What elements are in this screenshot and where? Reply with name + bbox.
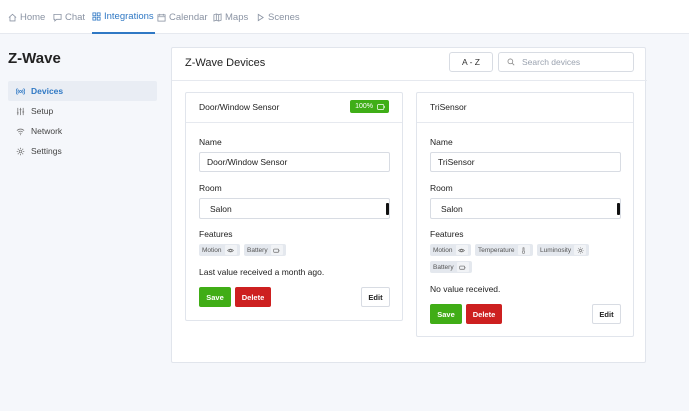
sidebar-item-label: Setup [31, 106, 54, 116]
card-header: Door/Window Sensor 100% [186, 93, 402, 123]
battery-icon [273, 248, 280, 253]
card-title: TriSensor [430, 102, 467, 112]
sun-icon [576, 246, 584, 254]
tab-calendar[interactable]: Calendar [157, 0, 208, 34]
feature-tag-motion: Motion [199, 244, 240, 256]
grid-icon [92, 11, 101, 21]
sliders-icon [16, 107, 25, 115]
feature-label: Motion [202, 246, 222, 254]
feature-tag-motion: Motion [430, 244, 471, 256]
sidebar-item-network[interactable]: Network [8, 121, 157, 141]
devices-panel: Z-Wave Devices A - Z Door/Window Sensor … [171, 47, 647, 363]
sidebar-item-settings[interactable]: Settings [8, 141, 157, 161]
top-nav: Home Chat Integrations Calendar Maps Sce… [0, 0, 689, 34]
feature-tag-battery: Battery [430, 261, 472, 273]
tab-calendar-label: Calendar [169, 11, 208, 23]
card-header: TriSensor [417, 93, 633, 123]
select-caret-icon [386, 203, 389, 215]
save-button[interactable]: Save [199, 287, 231, 307]
feature-tag-temperature: Temperature [475, 244, 533, 256]
device-card-door-window: Door/Window Sensor 100% Name Room Salon … [185, 92, 403, 321]
battery-badge: 100% [350, 100, 389, 113]
panel-title: Z-Wave Devices [185, 57, 266, 69]
sort-button[interactable]: A - Z [449, 52, 493, 72]
tab-maps-label: Maps [225, 11, 249, 23]
features-label: Features [430, 229, 464, 239]
feature-label: Motion [433, 246, 453, 254]
search-icon [507, 58, 515, 66]
feature-label: Battery [247, 246, 268, 254]
edit-button[interactable]: Edit [361, 287, 390, 307]
delete-button[interactable]: Delete [235, 287, 271, 307]
radio-icon [16, 87, 25, 95]
feature-label: Temperature [478, 246, 515, 254]
tab-chat-label: Chat [65, 11, 86, 23]
tab-scenes-label: Scenes [268, 11, 300, 23]
panel-divider [172, 80, 647, 81]
save-button[interactable]: Save [430, 304, 462, 324]
sidebar-item-setup[interactable]: Setup [8, 101, 157, 121]
name-input[interactable] [199, 152, 390, 172]
sidebar-item-label: Settings [31, 146, 62, 156]
sidebar-item-label: Devices [31, 86, 64, 96]
tab-integrations[interactable]: Integrations [92, 0, 155, 34]
battery-icon [377, 103, 385, 110]
home-icon [8, 13, 17, 21]
battery-icon [459, 265, 466, 270]
thermometer-icon [521, 247, 526, 254]
features-label: Features [199, 229, 233, 239]
last-value-status: Last value received a month ago. [199, 267, 325, 277]
sidebar-title: Z-Wave [8, 50, 61, 67]
sidebar-item-devices[interactable]: Devices [8, 81, 157, 101]
chat-icon [53, 13, 62, 22]
battery-level: 100% [355, 103, 373, 110]
edit-button[interactable]: Edit [592, 304, 621, 324]
last-value-status: No value received. [430, 284, 501, 294]
feature-label: Battery [433, 263, 454, 271]
tab-scenes[interactable]: Scenes [256, 0, 300, 34]
delete-button[interactable]: Delete [466, 304, 502, 324]
name-label: Name [199, 137, 222, 147]
tab-integrations-label: Integrations [104, 10, 154, 22]
tab-home[interactable]: Home [8, 0, 45, 34]
name-input[interactable] [430, 152, 621, 172]
play-icon [257, 13, 264, 21]
feature-label: Luminosity [540, 246, 572, 254]
tab-maps[interactable]: Maps [213, 0, 248, 34]
select-caret-icon [617, 203, 620, 215]
room-label: Room [199, 183, 222, 193]
feature-tag-luminosity: Luminosity [537, 244, 590, 256]
tab-chat[interactable]: Chat [53, 0, 85, 34]
wifi-icon [16, 128, 25, 135]
calendar-icon [157, 13, 166, 22]
feature-tag-battery: Battery [244, 244, 286, 256]
name-label: Name [430, 137, 453, 147]
room-select[interactable]: Salon [199, 198, 390, 219]
eye-icon [227, 248, 234, 252]
search-box[interactable] [498, 52, 634, 72]
sidebar-item-label: Network [31, 126, 63, 136]
search-input[interactable] [522, 57, 622, 67]
eye-icon [458, 248, 465, 252]
map-icon [213, 12, 222, 22]
room-label: Room [430, 183, 453, 193]
room-select-value: Salon [441, 203, 463, 214]
room-select[interactable]: Salon [430, 198, 621, 219]
tab-home-label: Home [20, 11, 46, 23]
card-title: Door/Window Sensor [199, 102, 280, 112]
gear-icon [16, 147, 25, 155]
room-select-value: Salon [210, 203, 232, 214]
device-card-trisensor: TriSensor Name Room Salon Features Motio… [416, 92, 634, 337]
